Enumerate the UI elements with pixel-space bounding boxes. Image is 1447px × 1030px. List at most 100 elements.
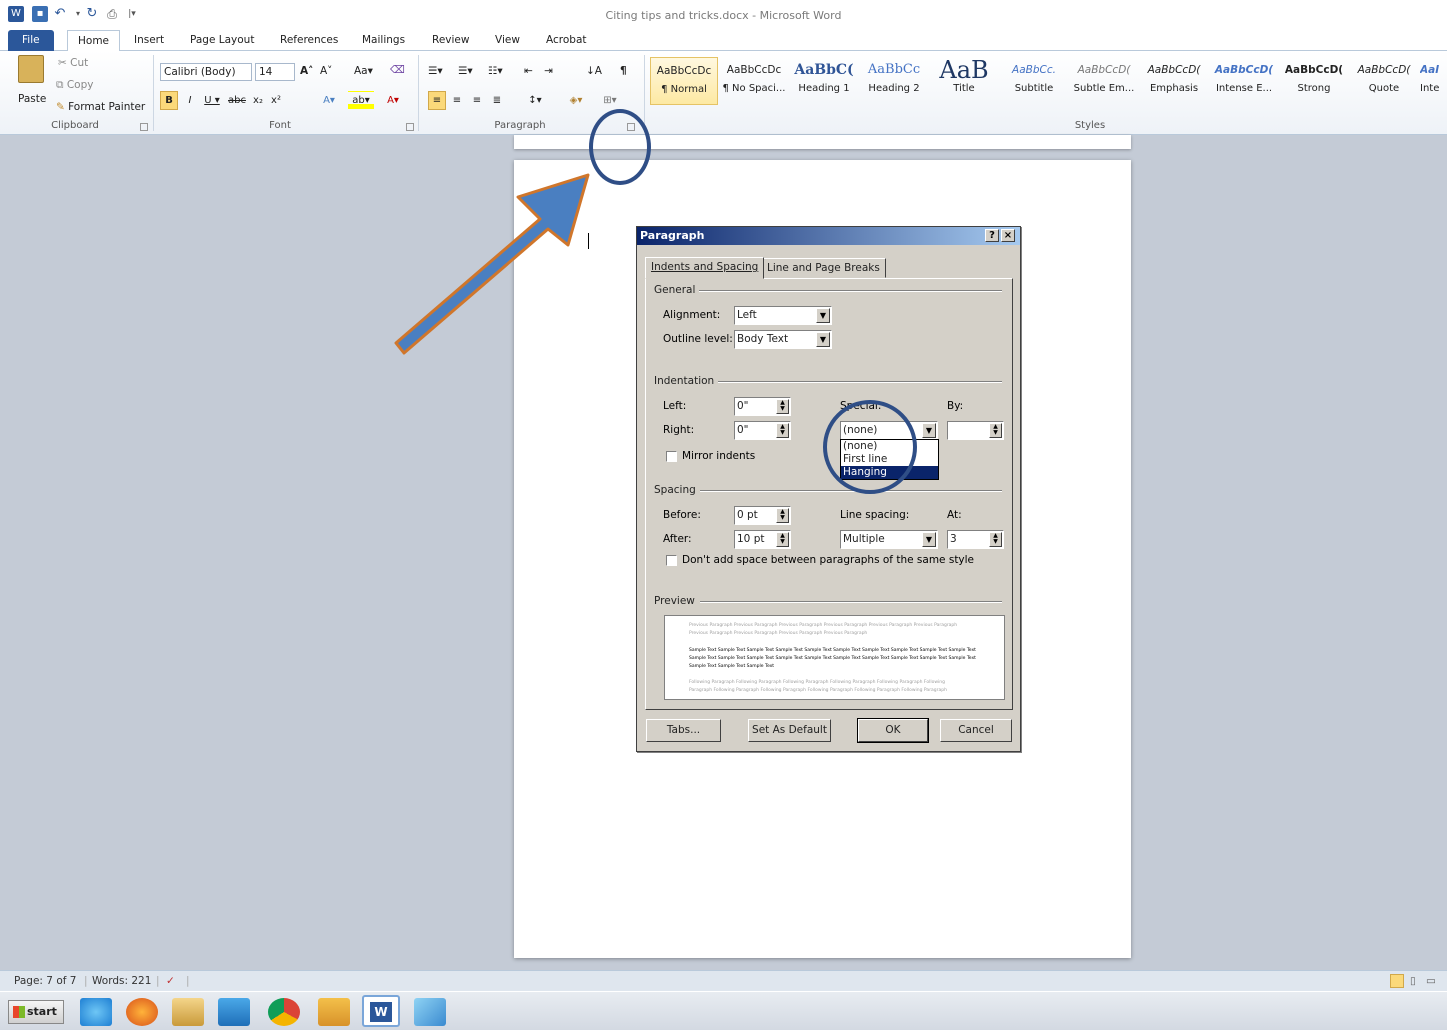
line-spacing-select[interactable]: Multiple ▼ <box>840 530 938 549</box>
paste-icon[interactable] <box>18 55 44 83</box>
close-button[interactable]: × <box>1001 229 1015 242</box>
style-intense-quote[interactable]: AaI Inte <box>1420 57 1447 105</box>
format-painter-button[interactable]: ✎ Format Painter <box>56 101 145 113</box>
alignment-select[interactable]: Left ▼ <box>734 306 832 325</box>
subscript-icon[interactable]: x₂ <box>250 91 266 110</box>
reading-view-icon[interactable]: ▯ <box>1410 971 1416 991</box>
style-heading-2[interactable]: AaBbCc Heading 2 <box>860 57 928 105</box>
spinner-arrows-icon[interactable]: ▲ ▼ <box>776 399 789 414</box>
clear-formatting-icon[interactable]: ⌫ <box>390 64 405 76</box>
at-spinner[interactable]: 3 ▲ ▼ <box>947 530 1004 549</box>
font-color-icon[interactable]: A▾ <box>380 91 406 110</box>
by-spinner[interactable]: ▲ ▼ <box>947 421 1004 440</box>
media-player-icon[interactable] <box>218 998 250 1026</box>
style-emphasis[interactable]: AaBbCcD(Emphasis <box>1140 57 1208 105</box>
style-intense-emphasis[interactable]: AaBbCcD(Intense E... <box>1210 57 1278 105</box>
font-launcher-icon[interactable] <box>406 123 414 131</box>
ok-button[interactable]: OK <box>857 718 929 743</box>
shrink-font-icon[interactable]: A˅ <box>320 65 332 77</box>
mirror-indents-checkbox[interactable] <box>666 451 677 462</box>
firefox-icon[interactable] <box>126 998 158 1026</box>
page-indicator[interactable]: Page: 7 of 7 <box>14 971 76 991</box>
right-indent-spinner[interactable]: 0" ▲ ▼ <box>734 421 791 440</box>
left-indent-spinner[interactable]: 0" ▲ ▼ <box>734 397 791 416</box>
cancel-button[interactable]: Cancel <box>940 719 1012 742</box>
start-button[interactable]: start <box>8 1000 64 1024</box>
numbering-icon[interactable]: ☰▾ <box>458 65 473 77</box>
word-taskbar-icon[interactable]: W <box>362 995 400 1027</box>
clipboard-launcher-icon[interactable] <box>140 123 148 131</box>
bold-icon[interactable]: B <box>160 91 178 110</box>
tab-review[interactable]: Review <box>422 30 479 51</box>
outlook-icon[interactable] <box>318 998 350 1026</box>
align-center-icon[interactable]: ≡ <box>448 91 466 110</box>
shading-icon[interactable]: ◈▾ <box>564 91 588 110</box>
tab-view[interactable]: View <box>485 30 530 51</box>
style-subtle-emphasis[interactable]: AaBbCcD(Subtle Em... <box>1070 57 1138 105</box>
spinner-arrows-icon[interactable]: ▲ ▼ <box>989 532 1002 547</box>
change-case-icon[interactable]: Aa▾ <box>354 65 373 77</box>
outline-level-select[interactable]: Body Text ▼ <box>734 330 832 349</box>
style-preview: AaBbC( <box>794 62 854 78</box>
preview-text: Previous Paragraph Previous Paragraph Pr… <box>689 631 868 636</box>
spinner-arrows-icon[interactable]: ▲ ▼ <box>776 532 789 547</box>
justify-icon[interactable]: ≣ <box>488 91 506 110</box>
tab-file[interactable]: File <box>8 30 54 51</box>
paste-button[interactable]: Paste <box>18 93 46 105</box>
space-before-spinner[interactable]: 0 pt ▲ ▼ <box>734 506 791 525</box>
spinner-arrows-icon[interactable]: ▲ ▼ <box>989 423 1002 438</box>
outline-level-label: Outline level: <box>663 333 733 345</box>
proofing-icon[interactable]: ✓ <box>166 971 175 991</box>
style-subtitle[interactable]: AaBbCc. Subtitle <box>1000 57 1068 105</box>
cut-button[interactable]: ✂ Cut <box>58 57 88 69</box>
web-layout-view-icon[interactable]: ▭ <box>1426 971 1436 991</box>
underline-icon[interactable]: U ▾ <box>200 91 224 110</box>
tab-home[interactable]: Home <box>67 30 121 52</box>
tab-page-layout[interactable]: Page Layout <box>180 30 264 51</box>
tab-insert[interactable]: Insert <box>124 30 174 51</box>
borders-icon[interactable]: ⊞▾ <box>598 91 622 110</box>
space-after-spinner[interactable]: 10 pt ▲ ▼ <box>734 530 791 549</box>
tab-line-page-breaks[interactable]: Line and Page Breaks <box>761 258 886 278</box>
line-spacing-icon[interactable]: ↕▾ <box>524 91 546 110</box>
increase-indent-icon[interactable]: ⇥ <box>544 65 553 77</box>
set-as-default-button[interactable]: Set As Default <box>748 719 831 742</box>
style-heading-1[interactable]: AaBbC(Heading 1 <box>790 57 858 105</box>
tab-acrobat[interactable]: Acrobat <box>536 30 597 51</box>
word-count[interactable]: Words: 221 <box>92 971 151 991</box>
highlight-color-icon[interactable]: ab▾ <box>348 91 374 110</box>
spinner-arrows-icon[interactable]: ▲ ▼ <box>776 508 789 523</box>
tab-mailings[interactable]: Mailings <box>352 30 415 51</box>
file-explorer-icon[interactable] <box>172 998 204 1026</box>
italic-icon[interactable]: I <box>182 91 198 110</box>
tab-references[interactable]: References <box>270 30 348 51</box>
show-formatting-icon[interactable]: ¶ <box>620 65 627 77</box>
grow-font-icon[interactable]: A˄ <box>300 65 313 77</box>
copy-button[interactable]: ⧉ Copy <box>56 79 93 92</box>
print-layout-view-icon[interactable] <box>1390 974 1404 988</box>
style-no-spacing[interactable]: AaBbCcDc ¶ No Spaci... <box>720 57 788 105</box>
font-size-box[interactable]: 14 <box>255 63 295 81</box>
sort-icon[interactable]: ↓A <box>586 65 602 77</box>
strikethrough-icon[interactable]: abc <box>226 91 248 110</box>
tabs-button[interactable]: Tabs... <box>646 719 721 742</box>
chrome-icon[interactable] <box>268 998 300 1026</box>
style-quote[interactable]: AaBbCcD(Quote <box>1350 57 1418 105</box>
internet-explorer-icon[interactable] <box>80 998 112 1026</box>
style-title[interactable]: AaB Title <box>930 57 998 105</box>
text-effects-icon[interactable]: A▾ <box>318 91 340 110</box>
multilevel-list-icon[interactable]: ☷▾ <box>488 65 503 77</box>
app-icon[interactable] <box>414 998 446 1026</box>
style-strong[interactable]: AaBbCcD(Strong <box>1280 57 1348 105</box>
tab-indents-spacing[interactable]: Indents and Spacing <box>645 257 765 279</box>
bullets-icon[interactable]: ☰▾ <box>428 65 443 77</box>
superscript-icon[interactable]: x² <box>268 91 284 110</box>
align-left-icon[interactable]: ≡ <box>428 91 446 110</box>
decrease-indent-icon[interactable]: ⇤ <box>524 65 533 77</box>
align-right-icon[interactable]: ≡ <box>468 91 486 110</box>
dont-add-space-checkbox[interactable] <box>666 555 677 566</box>
help-button[interactable]: ? <box>985 229 999 242</box>
spinner-arrows-icon[interactable]: ▲ ▼ <box>776 423 789 438</box>
style-normal[interactable]: AaBbCcDc ¶ Normal <box>650 57 718 105</box>
font-name-box[interactable]: Calibri (Body) <box>160 63 252 81</box>
